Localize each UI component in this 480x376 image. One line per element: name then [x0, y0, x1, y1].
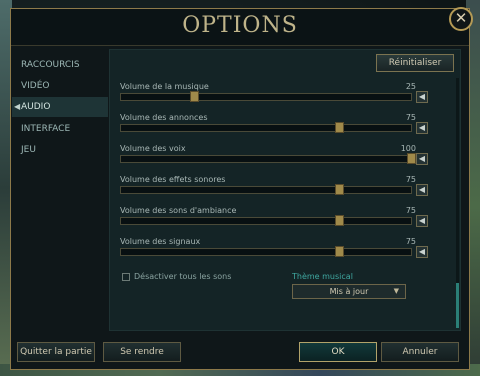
slider-knob[interactable]	[189, 91, 199, 102]
sidebar-item-raccourcis[interactable]: RACCOURCIS	[12, 55, 108, 75]
slider-track[interactable]	[120, 246, 412, 257]
music-theme-value: Mis à jour	[329, 287, 369, 296]
slider-track[interactable]	[120, 91, 412, 102]
slider-value: 75	[405, 175, 416, 184]
slider-label: Volume des effets sonores	[120, 175, 226, 184]
slider-value: 75	[405, 206, 416, 215]
sidebar-item-video[interactable]: VIDÉO	[12, 76, 108, 96]
options-window: OPTIONS ✕ RACCOURCIS VIDÉO ◀ AUDIO INTER…	[10, 7, 473, 370]
pings-volume-slider: Volume des signaux 75 ◀	[120, 237, 440, 265]
slider-knob[interactable]	[407, 153, 416, 164]
music-volume-slider: Volume de la musique 25 ◀	[120, 82, 440, 110]
slider-knob[interactable]	[334, 122, 344, 133]
slider-track[interactable]	[120, 153, 416, 164]
slider-label: Volume des sons d'ambiance	[120, 206, 237, 215]
slider-label: Volume des voix	[120, 144, 186, 153]
sidebar-item-label: RACCOURCIS	[21, 60, 80, 70]
speaker-icon[interactable]: ◀	[416, 215, 428, 227]
ambience-volume-slider: Volume des sons d'ambiance 75 ◀	[120, 206, 440, 234]
slider-track[interactable]	[120, 184, 412, 195]
slider-value: 100	[400, 144, 416, 153]
speaker-icon[interactable]: ◀	[416, 91, 428, 103]
speaker-icon[interactable]: ◀	[416, 184, 428, 196]
close-button[interactable]: ✕	[449, 7, 473, 31]
options-sidebar: RACCOURCIS VIDÉO ◀ AUDIO INTERFACE JEU	[12, 47, 108, 327]
slider-track[interactable]	[120, 122, 412, 133]
sidebar-item-label: INTERFACE	[21, 124, 71, 134]
cancel-button[interactable]: Annuler	[381, 342, 459, 362]
sidebar-item-label: VIDÉO	[21, 81, 50, 91]
mute-all-option[interactable]: Désactiver tous les sons	[122, 272, 231, 281]
speaker-icon[interactable]: ◀	[416, 153, 428, 165]
slider-knob[interactable]	[334, 184, 344, 195]
quit-game-button[interactable]: Quitter la partie	[17, 342, 95, 362]
sidebar-item-jeu[interactable]: JEU	[12, 140, 108, 160]
surrender-button[interactable]: Se rendre	[103, 342, 181, 362]
mute-all-checkbox[interactable]	[122, 272, 130, 281]
sidebar-item-label: JEU	[21, 145, 36, 155]
music-theme-dropdown[interactable]: Mis à jour ▼	[292, 284, 406, 299]
title-bar: OPTIONS	[11, 9, 469, 46]
reset-button[interactable]: Réinitialiser	[376, 54, 454, 72]
slider-track[interactable]	[120, 215, 412, 226]
slider-knob[interactable]	[334, 215, 344, 226]
audio-panel: Réinitialiser Volume de la musique 25 ◀ …	[109, 49, 461, 331]
speaker-icon[interactable]: ◀	[416, 122, 428, 134]
slider-value: 25	[405, 82, 416, 91]
music-theme-label: Thème musical	[292, 272, 353, 281]
speaker-icon[interactable]: ◀	[416, 246, 428, 258]
chevron-down-icon: ▼	[393, 287, 399, 295]
slider-value: 75	[405, 113, 416, 122]
slider-label: Volume de la musique	[120, 82, 209, 91]
slider-label: Volume des signaux	[120, 237, 201, 246]
window-title: OPTIONS	[182, 13, 298, 38]
slider-label: Volume des annonces	[120, 113, 208, 122]
slider-value: 75	[405, 237, 416, 246]
mute-all-label: Désactiver tous les sons	[134, 272, 232, 281]
ok-button[interactable]: OK	[299, 342, 377, 362]
scrollbar-thumb[interactable]	[456, 283, 459, 328]
close-icon: ✕	[454, 9, 468, 27]
active-arrow-icon: ◀	[14, 102, 21, 111]
sfx-volume-slider: Volume des effets sonores 75 ◀	[120, 175, 440, 203]
voice-volume-slider: Volume des voix 100 ◀	[120, 144, 440, 172]
sidebar-item-audio[interactable]: ◀ AUDIO	[12, 97, 108, 117]
slider-knob[interactable]	[334, 246, 344, 257]
panel-scrollbar[interactable]	[456, 78, 459, 328]
sidebar-item-label: AUDIO	[21, 102, 51, 112]
announcer-volume-slider: Volume des annonces 75 ◀	[120, 113, 440, 141]
sidebar-item-interface[interactable]: INTERFACE	[12, 119, 108, 139]
